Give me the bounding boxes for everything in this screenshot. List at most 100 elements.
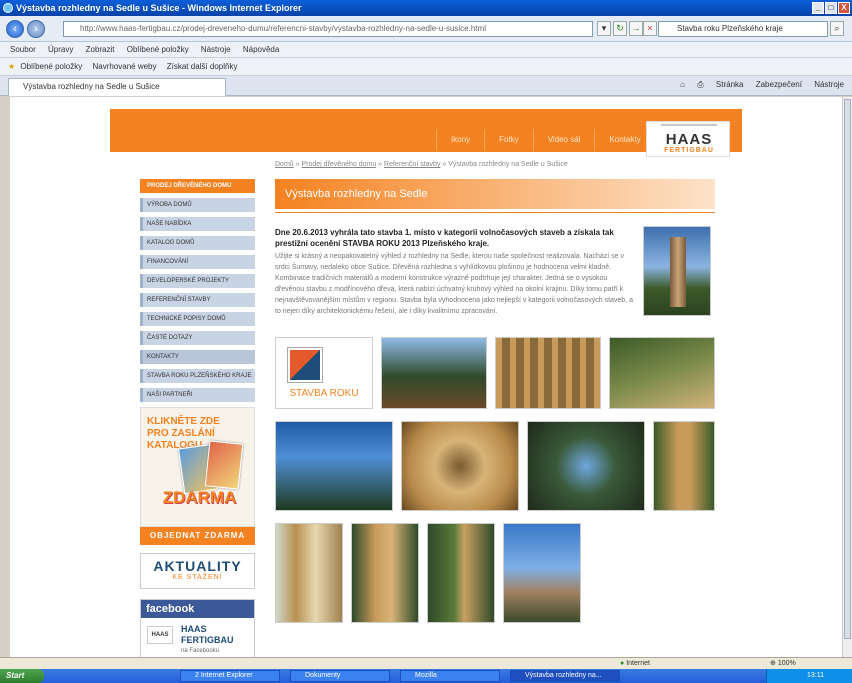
main-content: Výstavba rozhledny na Sedle Dne 20.6.201…: [275, 179, 715, 623]
window-title-bar: Výstavba rozhledny na Sedle u Sušice - W…: [0, 0, 852, 16]
system-tray: 13:11: [766, 669, 852, 683]
status-bar: ● Internet ⊕ 100%: [0, 657, 852, 669]
page-viewport: Ikony Fotky Video sál Kontakty HAAS FERT…: [10, 97, 842, 657]
sidebar-item-vyroba[interactable]: VÝROBA DOMŮ: [140, 198, 255, 212]
tower-photo[interactable]: [643, 226, 711, 316]
breadcrumb-section[interactable]: Prodej dřevěného domu: [302, 161, 377, 168]
sidebar-item-partneri[interactable]: NAŠI PARTNEŘI: [140, 388, 255, 402]
gallery-photo[interactable]: [427, 523, 495, 623]
nav-icons[interactable]: Ikony: [436, 129, 484, 151]
menu-tools[interactable]: Nástroje: [201, 45, 231, 54]
menu-help[interactable]: Nápověda: [243, 45, 279, 54]
task-documents[interactable]: Dokumenty: [290, 670, 390, 682]
gallery-photo[interactable]: [609, 337, 715, 409]
catalog-free-label: ZDARMA: [162, 488, 237, 507]
menu-edit[interactable]: Úpravy: [48, 45, 73, 54]
menu-view[interactable]: Zobrazit: [86, 45, 115, 54]
page-title: Výstavba rozhledny na Sedle: [275, 179, 715, 209]
gallery-photo[interactable]: [275, 421, 393, 511]
stavba-roku-badge[interactable]: STAVBA ROKU: [275, 337, 373, 409]
breadcrumb-separator: »: [378, 161, 383, 168]
refresh-icon[interactable]: ↻: [613, 21, 627, 36]
menu-file[interactable]: Soubor: [10, 45, 36, 54]
sidebar-item-dotazy[interactable]: ČASTÉ DOTAZY: [140, 331, 255, 345]
news-subtitle: KE STAŽENÍ: [172, 574, 223, 581]
gallery-photo[interactable]: [381, 337, 487, 409]
scrollbar-thumb[interactable]: [844, 99, 851, 639]
back-button[interactable]: ‹: [6, 20, 24, 38]
order-free-button[interactable]: OBJEDNAT ZDARMA: [140, 527, 255, 545]
lead-paragraph: Dne 20.6.2013 vyhrála tato stavba 1. mís…: [275, 228, 614, 248]
gallery-photo[interactable]: [401, 421, 519, 511]
gallery-photo[interactable]: [351, 523, 419, 623]
dropdown-icon[interactable]: ▾: [597, 21, 611, 36]
browser-tab[interactable]: Výstavba rozhledny na Sedle u Sušice: [8, 78, 226, 96]
catalog-promo-banner[interactable]: KLIKNĚTE ZDE PRO ZASLÁNÍ KATALOGU ZDARMA: [140, 407, 255, 527]
sidebar-item-katalog[interactable]: KATALOG DOMŮ: [140, 236, 255, 250]
stavba-roku-icon: [287, 347, 323, 383]
stavba-roku-label: STAVBA ROKU: [289, 388, 359, 399]
menu-favorites[interactable]: Oblíbené položky: [127, 45, 189, 54]
haas-logo[interactable]: HAAS FERTIGBAU: [646, 121, 730, 157]
favorites-button[interactable]: Oblíbené položky: [20, 62, 82, 71]
sidebar-item-referencni[interactable]: REFERENČNÍ STAVBY: [140, 293, 255, 307]
favorite-suggested-sites[interactable]: Navrhované weby: [92, 62, 156, 71]
maximize-button[interactable]: □: [825, 2, 837, 14]
favorite-addons[interactable]: Získat další doplňky: [167, 62, 238, 71]
gallery-photo[interactable]: [275, 523, 343, 623]
go-icon[interactable]: →: [629, 21, 643, 36]
forward-button[interactable]: ›: [27, 20, 45, 38]
tower-shape: [670, 237, 686, 307]
facebook-header: facebook: [141, 600, 254, 618]
star-icon[interactable]: ★: [8, 62, 15, 71]
gallery-photo[interactable]: [495, 337, 601, 409]
address-input[interactable]: http://www.haas-fertigbau.cz/prodej-drev…: [63, 21, 593, 37]
search-icon[interactable]: ⌕: [830, 21, 844, 36]
title-divider: [275, 212, 715, 213]
breadcrumb: Domů » Prodej dřevěného domu » Referenčn…: [275, 161, 568, 168]
gallery-photo[interactable]: [653, 421, 715, 511]
gallery-photo[interactable]: [527, 421, 645, 511]
news-download-banner[interactable]: AKTUALITY KE STAŽENÍ: [140, 553, 255, 589]
print-icon[interactable]: ⎙: [697, 80, 703, 89]
breadcrumb-current: Výstavba rozhledny na Sedle u Sušice: [448, 161, 568, 168]
sidebar-item-nabidka[interactable]: NAŠE NABÍDKA: [140, 217, 255, 231]
vertical-scrollbar[interactable]: [842, 97, 852, 657]
facebook-widget[interactable]: facebook HAAS HAAS FERTIGBAU na Facebook…: [140, 599, 255, 657]
sidebar-item-prodej[interactable]: PRODEJ DŘEVĚNÉHO DOMU: [140, 179, 255, 193]
nav-photos[interactable]: Fotky: [484, 129, 533, 151]
stop-icon[interactable]: ×: [643, 21, 657, 36]
top-navigation: Ikony Fotky Video sál Kontakty: [436, 129, 655, 151]
sidebar-menu: PRODEJ DŘEVĚNÉHO DOMU VÝROBA DOMŮ NAŠE N…: [140, 179, 255, 407]
sidebar-item-technicke[interactable]: TECHNICKÉ POPISY DOMŮ: [140, 312, 255, 326]
zoom-level[interactable]: ⊕ 100%: [770, 658, 796, 669]
breadcrumb-separator: »: [442, 161, 447, 168]
minimize-button[interactable]: _: [812, 2, 824, 14]
zoom-icon: ⊕: [770, 660, 776, 667]
task-ie[interactable]: 2 Internet Explorer: [180, 670, 280, 682]
gallery-photo[interactable]: [503, 523, 581, 623]
cmd-tools[interactable]: Nástroje: [814, 80, 844, 89]
sidebar-item-financovani[interactable]: FINANCOVÁNÍ: [140, 255, 255, 269]
facebook-page-name[interactable]: HAAS FERTIGBAU: [181, 624, 254, 646]
nav-video[interactable]: Video sál: [532, 129, 595, 151]
cmd-security[interactable]: Zabezpečení: [756, 80, 802, 89]
news-title: AKTUALITY: [153, 558, 242, 574]
breadcrumb-home[interactable]: Domů: [275, 161, 294, 168]
start-button[interactable]: Start: [0, 669, 44, 683]
command-bar: ⌂ ⎙ Stránka Zabezpečení Nástroje: [670, 80, 844, 90]
body-paragraph: Užijte si krásný a neopakovatelný výhled…: [275, 253, 633, 315]
task-mozilla[interactable]: Mozilla: [400, 670, 500, 682]
sidebar-item-kontakty[interactable]: KONTAKTY: [140, 350, 255, 364]
sidebar-item-stavba-roku[interactable]: STAVBA ROKU PLZEŇSKÉHO KRAJE: [140, 369, 255, 383]
cmd-page[interactable]: Stránka: [716, 80, 744, 89]
close-button[interactable]: X: [838, 2, 850, 14]
home-icon[interactable]: ⌂: [680, 80, 685, 89]
logo-subtext: FERTIGBAU: [664, 147, 714, 154]
menu-bar: Soubor Úpravy Zobrazit Oblíbené položky …: [0, 42, 852, 58]
breadcrumb-subsection[interactable]: Referenční stavby: [384, 161, 440, 168]
task-active-window[interactable]: Výstavba rozhledny na...: [510, 670, 620, 682]
clock[interactable]: 13:11: [807, 672, 824, 679]
sidebar-item-developerske[interactable]: DEVELOPERSKÉ PROJEKTY: [140, 274, 255, 288]
search-input[interactable]: Stavba roku Plzeňského kraje: [658, 21, 828, 37]
